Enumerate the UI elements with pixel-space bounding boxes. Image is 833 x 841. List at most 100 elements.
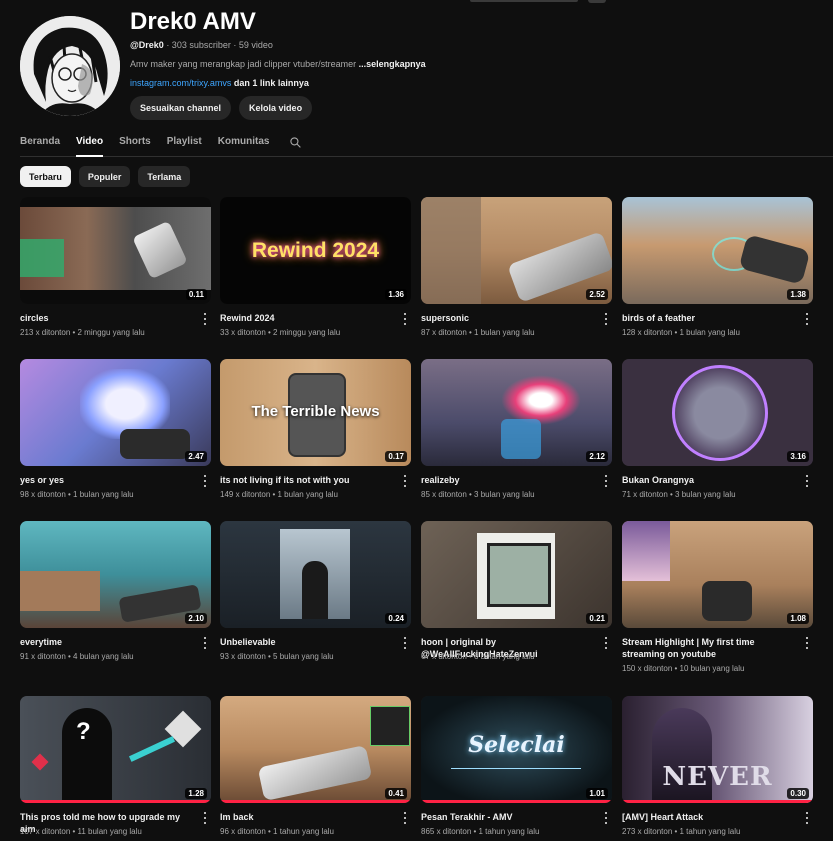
video-meta: 93 x ditonton • 5 bulan yang lalu <box>220 652 334 661</box>
video-duration: 0.17 <box>385 451 407 462</box>
search-bar-edge <box>470 0 578 2</box>
more-options-icon[interactable] <box>604 812 608 824</box>
video-card[interactable]: 0.21 hoon | original by @WeAllFuckingHat… <box>421 521 612 661</box>
tab-komunitas[interactable]: Komunitas <box>218 128 270 155</box>
video-meta: 865 x ditonton • 1 tahun yang lalu <box>421 827 540 836</box>
manage-videos-button[interactable]: Kelola video <box>239 96 313 120</box>
instagram-link[interactable]: instagram.com/trixy.amvs <box>130 78 231 88</box>
video-thumbnail[interactable]: Rewind 2024 1.36 <box>220 197 411 304</box>
video-card[interactable]: 2.47 yes or yes 98 x ditonton • 1 bulan … <box>20 359 211 499</box>
video-title[interactable]: its not living if its not with you <box>220 474 390 486</box>
video-title[interactable]: Im back <box>220 811 390 823</box>
more-options-icon[interactable] <box>403 812 407 824</box>
watch-progress <box>20 800 211 803</box>
more-options-icon[interactable] <box>403 313 407 325</box>
more-options-icon[interactable] <box>403 637 407 649</box>
video-meta: 87 x ditonton • 1 bulan yang lalu <box>421 328 535 337</box>
watch-progress <box>421 800 612 803</box>
video-thumbnail[interactable]: 0.41 <box>220 696 411 803</box>
chip-populer[interactable]: Populer <box>78 166 131 187</box>
video-card[interactable]: 2.52 supersonic 87 x ditonton • 1 bulan … <box>421 197 612 337</box>
video-title[interactable]: yes or yes <box>20 474 190 486</box>
more-options-icon[interactable] <box>203 637 207 649</box>
more-options-icon[interactable] <box>805 313 809 325</box>
video-card[interactable]: 2.12 realizeby 85 x ditonton • 3 bulan y… <box>421 359 612 499</box>
video-meta: 273 x ditonton • 1 tahun yang lalu <box>622 827 741 836</box>
more-options-icon[interactable] <box>604 637 608 649</box>
channel-avatar[interactable] <box>20 16 120 116</box>
chip-terlama[interactable]: Terlama <box>138 166 191 187</box>
show-more-link[interactable]: ...selengkapnya <box>359 59 426 69</box>
more-options-icon[interactable] <box>805 475 809 487</box>
more-options-icon[interactable] <box>203 475 207 487</box>
video-title[interactable]: Rewind 2024 <box>220 312 390 324</box>
thumbnail-text: Rewind 2024 <box>251 239 380 262</box>
video-meta: 33 x ditonton • 2 minggu yang lalu <box>220 328 341 337</box>
search-icon[interactable] <box>289 128 302 154</box>
video-thumbnail[interactable]: 0.21 <box>421 521 612 628</box>
video-thumbnail[interactable]: 1.38 <box>622 197 813 304</box>
video-thumbnail[interactable]: The Terrible News 0.17 <box>220 359 411 466</box>
video-title[interactable]: Bukan Orangnya <box>622 474 792 486</box>
video-title[interactable]: [AMV] Heart Attack <box>622 811 792 823</box>
video-thumbnail[interactable]: 0.24 <box>220 521 411 628</box>
video-thumbnail[interactable]: ? 1.28 <box>20 696 211 803</box>
video-meta: 67 x ditonton • 6 bulan yang lalu <box>421 652 535 661</box>
thumbnail-text: The Terrible News <box>251 403 380 420</box>
thumbnail-text: NEVER <box>662 762 773 792</box>
video-card[interactable]: The Terrible News 0.17 its not living if… <box>220 359 411 499</box>
video-card[interactable]: 0.24 Unbelievable 93 x ditonton • 5 bula… <box>220 521 411 661</box>
video-title[interactable]: Unbelievable <box>220 636 390 648</box>
video-card[interactable]: NEVER 0.30 [AMV] Heart Attack 273 x dito… <box>622 696 813 836</box>
more-options-icon[interactable] <box>805 812 809 824</box>
channel-name: Drek0 AMV <box>130 8 256 35</box>
more-options-icon[interactable] <box>805 637 809 649</box>
video-duration: 1.28 <box>185 788 207 799</box>
tab-playlist[interactable]: Playlist <box>167 128 202 155</box>
video-card[interactable]: Rewind 2024 1.36 Rewind 2024 33 x ditont… <box>220 197 411 337</box>
video-thumbnail[interactable]: 2.12 <box>421 359 612 466</box>
video-meta: 213 x ditonton • 2 minggu yang lalu <box>20 328 145 337</box>
video-card[interactable]: 1.08 Stream Highlight | My first time st… <box>622 521 813 673</box>
more-options-icon[interactable] <box>203 812 207 824</box>
video-card[interactable]: 2.10 everytime 91 x ditonton • 4 bulan y… <box>20 521 211 661</box>
video-thumbnail[interactable]: Seleclai 1.01 <box>421 696 612 803</box>
video-meta: 91 x ditonton • 4 bulan yang lalu <box>20 652 134 661</box>
channel-description[interactable]: Amv maker yang merangkap jadi clipper vt… <box>130 59 426 69</box>
video-title[interactable]: Stream Highlight | My first time streami… <box>622 636 792 660</box>
video-duration: 0.21 <box>586 613 608 624</box>
tab-shorts[interactable]: Shorts <box>119 128 151 155</box>
more-options-icon[interactable] <box>604 475 608 487</box>
video-thumbnail[interactable]: 2.47 <box>20 359 211 466</box>
more-links[interactable]: dan 1 link lainnya <box>234 78 309 88</box>
video-card[interactable]: 0.41 Im back 96 x ditonton • 1 tahun yan… <box>220 696 411 836</box>
video-card[interactable]: ? 1.28 This pros told me how to upgrade … <box>20 696 211 836</box>
video-thumbnail[interactable]: 2.52 <box>421 197 612 304</box>
sort-chips: Terbaru Populer Terlama <box>20 166 191 187</box>
tab-video[interactable]: Video <box>76 128 104 157</box>
more-options-icon[interactable] <box>604 313 608 325</box>
video-card[interactable]: Seleclai 1.01 Pesan Terakhir - AMV 865 x… <box>421 696 612 836</box>
video-thumbnail[interactable]: 1.08 <box>622 521 813 628</box>
video-card[interactable]: 1.38 birds of a feather 128 x ditonton •… <box>622 197 813 337</box>
video-duration: 0.41 <box>385 788 407 799</box>
video-card[interactable]: 3.16 Bukan Orangnya 71 x ditonton • 3 bu… <box>622 359 813 499</box>
more-options-icon[interactable] <box>203 313 207 325</box>
video-title[interactable]: circles <box>20 312 190 324</box>
video-meta: 71 x ditonton • 3 bulan yang lalu <box>622 490 736 499</box>
video-thumbnail[interactable]: NEVER 0.30 <box>622 696 813 803</box>
video-card[interactable]: 0.11 circles 213 x ditonton • 2 minggu y… <box>20 197 211 337</box>
more-options-icon[interactable] <box>403 475 407 487</box>
tab-beranda[interactable]: Beranda <box>20 128 60 155</box>
video-title[interactable]: everytime <box>20 636 190 648</box>
video-thumbnail[interactable]: 0.11 <box>20 197 211 304</box>
video-title[interactable]: birds of a feather <box>622 312 792 324</box>
video-thumbnail[interactable]: 2.10 <box>20 521 211 628</box>
customize-channel-button[interactable]: Sesuaikan channel <box>130 96 232 120</box>
video-thumbnail[interactable]: 3.16 <box>622 359 813 466</box>
video-title[interactable]: realizeby <box>421 474 591 486</box>
video-title[interactable]: supersonic <box>421 312 591 324</box>
video-title[interactable]: Pesan Terakhir - AMV <box>421 811 591 823</box>
video-duration: 1.38 <box>787 289 809 300</box>
chip-terbaru[interactable]: Terbaru <box>20 166 71 187</box>
